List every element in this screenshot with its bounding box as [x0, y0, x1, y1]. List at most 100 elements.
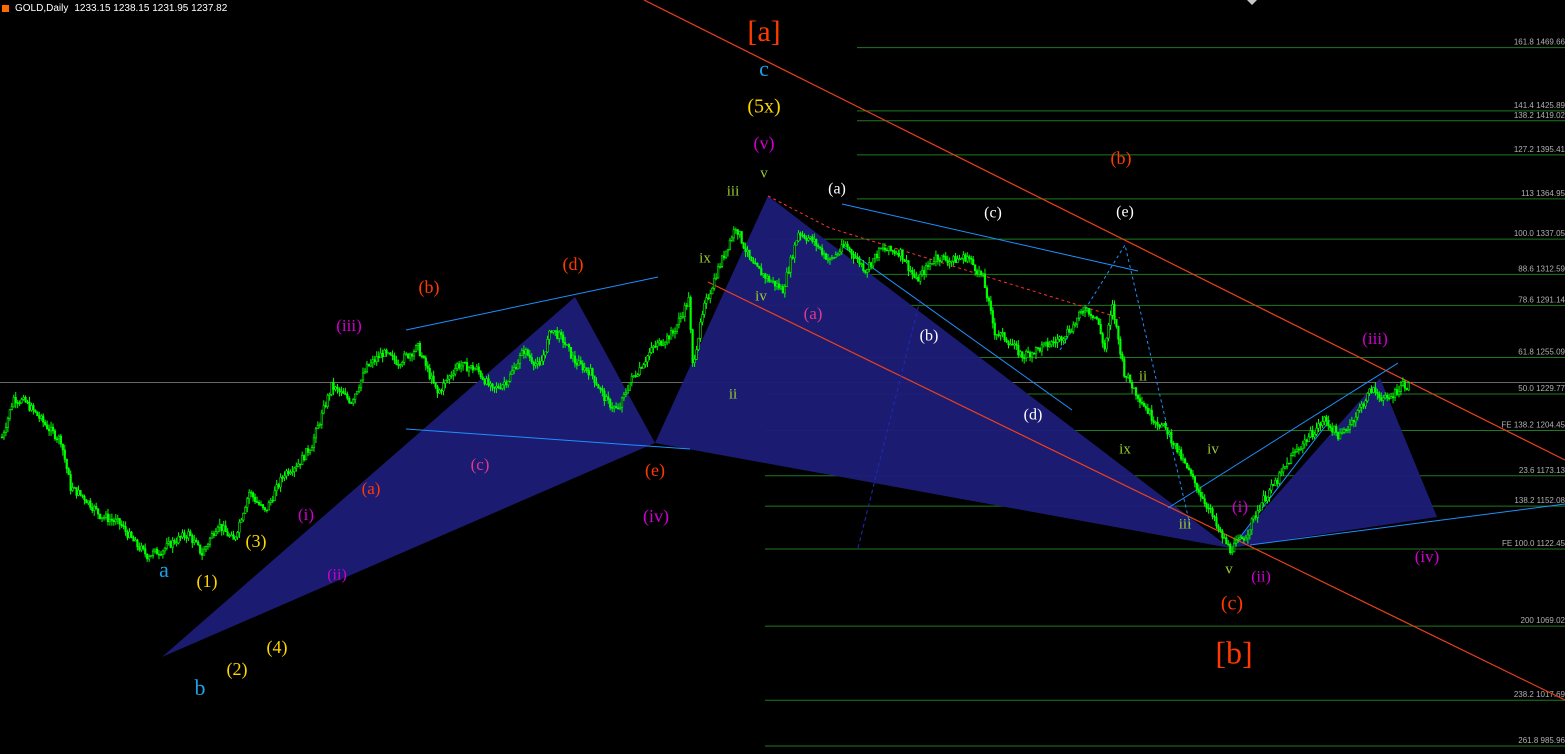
candle-body [766, 276, 769, 279]
candle-body [701, 314, 704, 323]
candle-body [887, 245, 890, 251]
candle-body [940, 255, 943, 262]
candle-body [34, 409, 37, 413]
candle-body [742, 242, 745, 249]
candle-body [312, 437, 316, 449]
candle-body [536, 361, 539, 364]
candle-body [744, 247, 747, 252]
candle-body [1005, 339, 1008, 342]
candle-body [189, 531, 192, 536]
candle-body [1276, 480, 1279, 484]
candle-body [308, 450, 312, 453]
candle-body [491, 383, 494, 388]
candle-body [412, 351, 416, 357]
candle-body [1083, 310, 1087, 313]
candle-body [1117, 326, 1120, 340]
candle-body [397, 364, 400, 366]
candle-body [881, 247, 885, 250]
candle-body [1335, 425, 1338, 433]
candle-body [120, 523, 123, 526]
candle-body [1072, 324, 1075, 332]
candle-body [377, 356, 380, 359]
candle-body [983, 273, 987, 288]
candle-body [128, 531, 131, 538]
candle-body [832, 257, 835, 259]
candle-body [850, 249, 853, 255]
candle-body [538, 361, 541, 366]
candle-body [83, 495, 86, 501]
candle-body [813, 239, 816, 242]
candle-body [611, 407, 614, 409]
candle-body [100, 517, 104, 519]
candle-body [320, 412, 323, 425]
candle-body [263, 507, 267, 511]
candle-body [379, 352, 382, 359]
candle-body [644, 361, 647, 365]
candle-body [630, 376, 633, 383]
price-chart[interactable]: 161.8 1469.66 141.4 1425.89138.2 1419.02 1… [0, 0, 1565, 754]
candle-body [1152, 420, 1155, 423]
candle-body [81, 494, 84, 497]
candle-body [373, 359, 376, 363]
candle-body [1160, 424, 1163, 428]
candle-body [793, 244, 796, 259]
candle-body [571, 355, 575, 359]
candle-body [560, 331, 563, 336]
candle-body [514, 366, 518, 370]
candle-body [1060, 336, 1063, 341]
candle-body [856, 257, 859, 259]
candle-body [244, 507, 247, 514]
candle-body [202, 548, 206, 556]
candle-body [1244, 537, 1248, 541]
candle-body [1176, 443, 1179, 453]
chart-menu-arrow-icon[interactable] [1247, 0, 1257, 5]
candle-body [1323, 416, 1326, 422]
candle-body [1317, 423, 1320, 429]
candle-body [554, 330, 557, 332]
candle-body [177, 536, 180, 544]
candle-body [844, 243, 847, 247]
candle-body [401, 362, 404, 366]
candle-body [950, 260, 953, 263]
candle-body [679, 316, 682, 319]
candle-body [444, 380, 447, 384]
candle-body [691, 329, 694, 363]
candle-body [1219, 529, 1222, 532]
candle-body [442, 382, 445, 392]
candle-body [24, 397, 27, 403]
candle-body [1378, 393, 1381, 399]
candle-body [1113, 304, 1116, 320]
candle-body [316, 425, 319, 430]
candle-body [693, 359, 696, 363]
candle-body [520, 350, 524, 356]
candle-body [770, 280, 773, 283]
wave-label: v [1225, 561, 1233, 577]
candle-body [866, 269, 869, 273]
candle-body [873, 253, 877, 259]
candle-body [1131, 382, 1134, 389]
candle-body [1270, 484, 1273, 491]
candle-body [1136, 395, 1140, 399]
candle-body [361, 372, 365, 381]
candle-body [926, 265, 930, 267]
wave-label: (i) [298, 505, 314, 524]
candle-body [722, 255, 726, 259]
candle-body [424, 357, 427, 367]
candle-body [958, 258, 961, 260]
candle-body [1346, 428, 1350, 431]
candle-body [756, 262, 759, 267]
candle-body [130, 531, 133, 538]
candle-body [1032, 352, 1036, 355]
candle-body [1374, 387, 1377, 393]
candle-body [1289, 455, 1293, 464]
candle-body [932, 261, 936, 264]
candle-body [1132, 387, 1136, 390]
candle-body [475, 366, 478, 370]
candle-body [534, 363, 537, 366]
candle-body [1111, 304, 1114, 316]
candle-body [338, 388, 341, 392]
candle-body [1068, 329, 1071, 333]
candle-body [752, 260, 755, 264]
candle-body [565, 344, 569, 346]
candle-body [797, 232, 800, 242]
